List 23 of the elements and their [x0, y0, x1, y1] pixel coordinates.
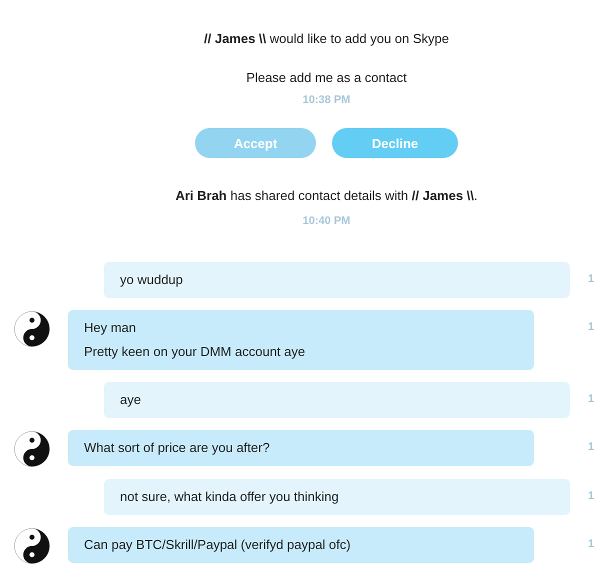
message-text: Pretty keen on your DMM account aye [84, 343, 306, 361]
timestamp: 10:38 PM [302, 93, 350, 107]
message-text: aye [120, 391, 142, 409]
accept-button[interactable]: Accept [195, 128, 316, 158]
message-time: 1 [588, 272, 595, 286]
decline-button[interactable]: Decline [332, 128, 458, 158]
message-text: What sort of price are you after? [84, 439, 271, 457]
timestamp: 10:40 PM [302, 214, 350, 228]
message-text: not sure, what kinda offer you thinking [120, 488, 340, 506]
message-time: 1 [588, 392, 595, 406]
message-time: 1 [588, 440, 595, 454]
yin-yang-icon [14, 311, 50, 347]
message-text: Can pay BTC/Skrill/Paypal (verifyd paypal ofc) [84, 536, 352, 554]
message-time: 1 [588, 489, 595, 503]
contact-request-text: // James \\ would like to add you on Skype [204, 30, 449, 48]
message-time: 1 [588, 537, 595, 551]
message-text: Hey man [84, 319, 138, 337]
yin-yang-icon [14, 431, 50, 467]
yin-yang-icon [14, 528, 50, 564]
message-text: yo wuddup [120, 271, 184, 289]
request-message: Please add me as a contact [246, 69, 407, 87]
message-time: 1 [588, 320, 595, 334]
shared-contact-text: Ari Brah has shared contact details with // James \\. [175, 187, 478, 205]
